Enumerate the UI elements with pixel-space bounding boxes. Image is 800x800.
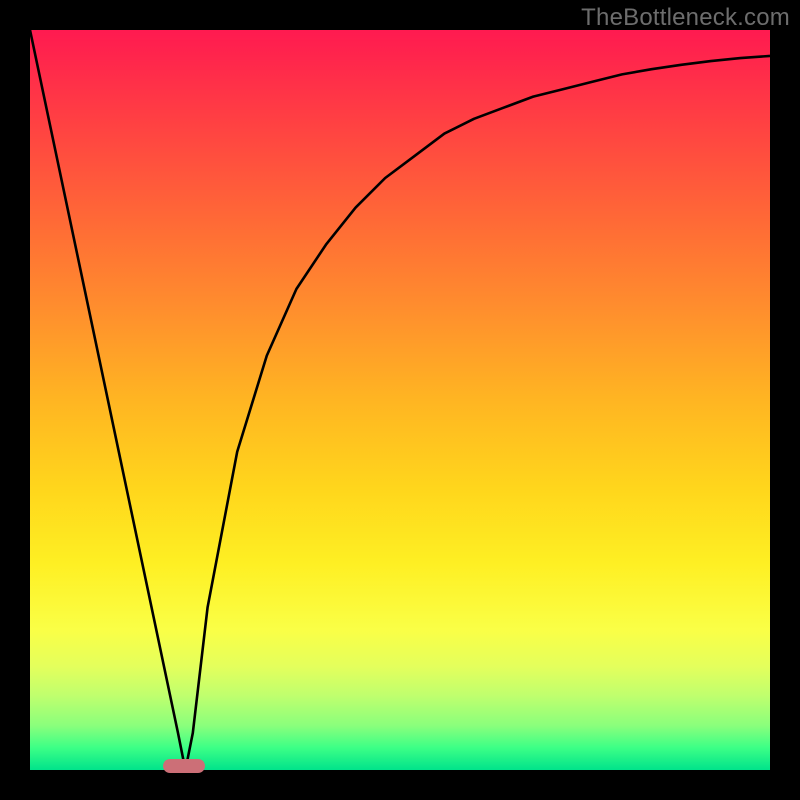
- bottleneck-curve: [30, 30, 770, 770]
- min-marker: [163, 759, 205, 773]
- watermark-text: TheBottleneck.com: [581, 4, 790, 32]
- plot-area: [30, 30, 770, 770]
- chart-frame: TheBottleneck.com: [0, 0, 800, 800]
- curve-svg: [30, 30, 770, 770]
